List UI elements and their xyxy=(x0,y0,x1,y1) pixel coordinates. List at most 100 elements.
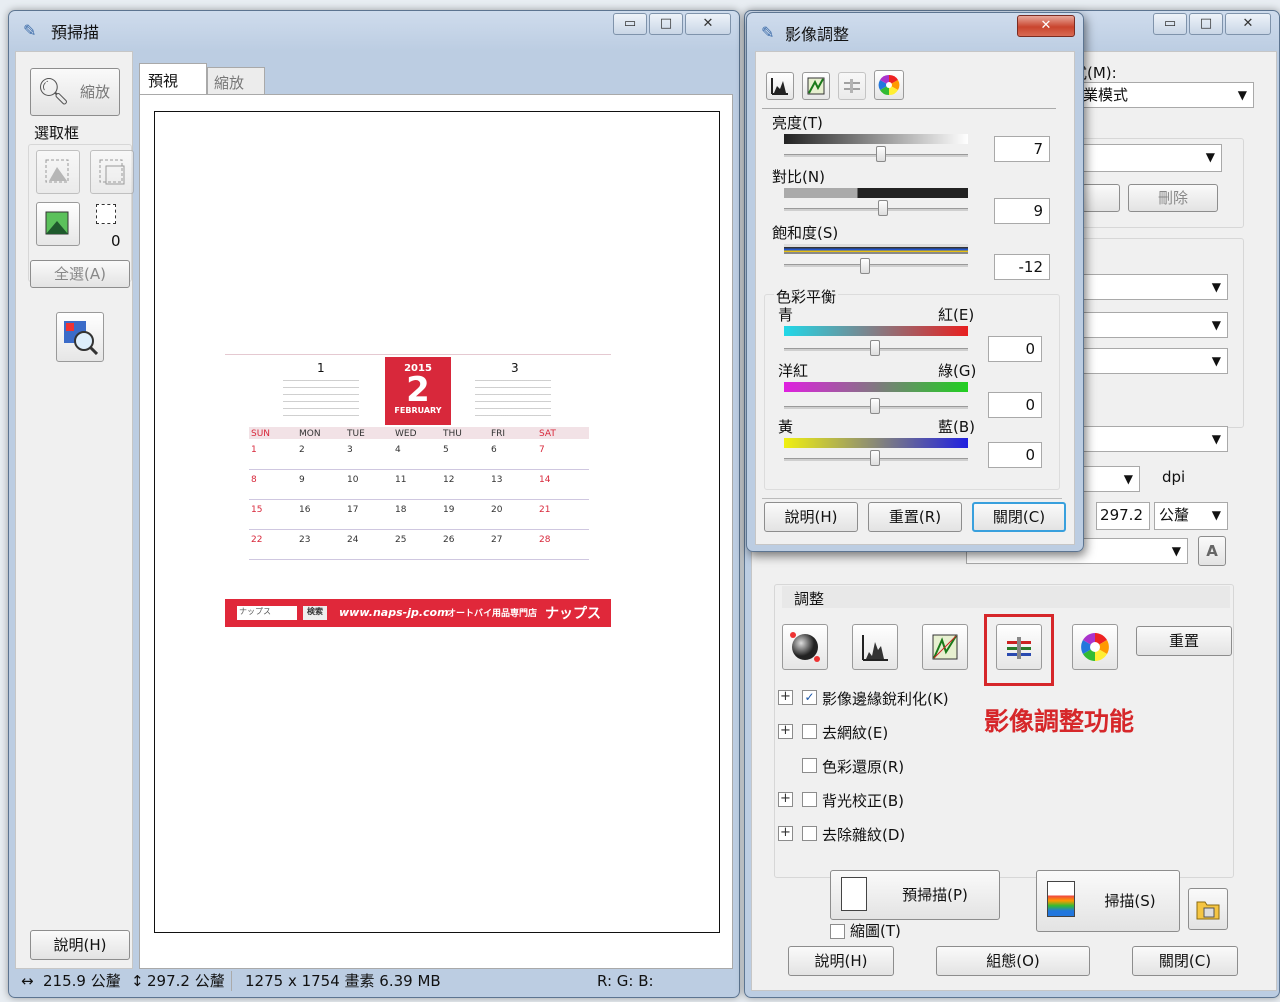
yellow-blue-gradient xyxy=(784,438,968,448)
minimize-button[interactable]: ▭ xyxy=(613,13,647,35)
option-checkbox[interactable] xyxy=(802,792,817,807)
saturation-field[interactable]: -12 xyxy=(994,254,1050,280)
marquee-count: 0 xyxy=(111,232,121,250)
settings-select[interactable]: ▼ xyxy=(1082,144,1222,172)
tab-zoom[interactable]: 縮放 xyxy=(207,67,265,95)
adjust-tab-icon[interactable] xyxy=(838,72,866,100)
option-label: 色彩還原(R) xyxy=(822,758,905,776)
chevron-down-icon: ▼ xyxy=(1211,508,1221,522)
prescan-help-button[interactable]: 說明(H) xyxy=(30,930,130,960)
brightness-gradient xyxy=(784,134,968,144)
marquee-label: 選取框 xyxy=(34,124,80,142)
image-type-select[interactable]: ▼ xyxy=(1082,426,1228,452)
adjust-titlebar[interactable]: ✎ 影像調整 ✕ xyxy=(747,13,1083,47)
calendar-date: 22 xyxy=(251,535,263,545)
tab-separator xyxy=(762,108,1056,109)
option-checkbox[interactable] xyxy=(802,758,817,773)
document-type-select[interactable]: ▼ xyxy=(1082,274,1228,300)
tab-preview[interactable]: 預視 xyxy=(139,63,207,95)
maximize-button[interactable]: □ xyxy=(649,13,683,35)
prescan-button[interactable]: 預掃描(P) xyxy=(830,870,1000,920)
tone-curve-tab-icon[interactable] xyxy=(802,72,830,100)
target-height-field[interactable]: 297.2 xyxy=(1096,502,1150,530)
configuration-button[interactable]: 組態(O) xyxy=(936,946,1090,976)
contrast-field[interactable]: 9 xyxy=(994,198,1050,224)
zoom-button[interactable]: 🔍︎ 縮放 xyxy=(30,68,120,116)
histogram-preview-icon[interactable] xyxy=(56,312,104,362)
adjust-close-button[interactable]: 關閉(C) xyxy=(972,502,1066,532)
file-save-settings-button[interactable] xyxy=(1188,888,1228,930)
histogram-icon[interactable] xyxy=(852,624,898,670)
main-help-button[interactable]: 說明(H) xyxy=(788,946,894,976)
cyan-label: 青 xyxy=(778,306,794,324)
saturation-label: 飽和度(S) xyxy=(772,224,839,242)
text-enhance-button[interactable]: A xyxy=(1198,536,1226,566)
adjust-close-x-button[interactable]: ✕ xyxy=(1017,15,1075,37)
brightness-slider[interactable] xyxy=(876,146,886,162)
calendar-day-name: FRI xyxy=(491,429,506,439)
auto-exposure-select[interactable]: ▼ xyxy=(1082,348,1228,374)
color-palette-icon[interactable] xyxy=(1072,624,1118,670)
settings-save-button[interactable] xyxy=(1082,184,1120,212)
calendar-date: 24 xyxy=(347,535,359,545)
document-source-select[interactable]: ▼ xyxy=(1082,312,1228,338)
image-adjustment-icon[interactable] xyxy=(996,624,1042,670)
calendar-date: 27 xyxy=(491,535,503,545)
option-label: 背光校正(B) xyxy=(822,792,904,810)
select-all-button[interactable]: 全選(A) xyxy=(30,260,130,288)
prescan-titlebar[interactable]: ✎ 預掃描 ▭ □ ✕ xyxy=(9,11,739,45)
option-checkbox[interactable] xyxy=(802,724,817,739)
cyan-red-field[interactable]: 0 xyxy=(988,336,1042,362)
color-palette-tab-icon[interactable] xyxy=(874,70,904,100)
scanner-icon: ✎ xyxy=(23,21,37,40)
next-month-mini xyxy=(475,377,551,417)
delete-button[interactable]: 刪除 xyxy=(1128,184,1218,212)
unsharp-icon[interactable] xyxy=(782,624,828,670)
main-close-button[interactable]: 關閉(C) xyxy=(1132,946,1238,976)
option-checkbox[interactable] xyxy=(802,826,817,841)
preview-page[interactable]: 2015 2 FEBRUARY 1 3 SUN MON TUE WED THU FRI SA… xyxy=(154,111,720,933)
expand-icon[interactable]: + xyxy=(778,724,793,739)
auto-locate-icon[interactable] xyxy=(36,150,80,194)
contrast-slider[interactable] xyxy=(878,200,888,216)
empty-marquee-icon[interactable] xyxy=(96,204,116,224)
yellow-blue-slider[interactable] xyxy=(870,450,880,466)
chevron-down-icon: ▼ xyxy=(1211,318,1221,332)
calendar-date: 11 xyxy=(395,475,407,485)
mode-select[interactable]: 業模式 ▼ xyxy=(1078,82,1254,108)
calendar-date: 2 xyxy=(299,445,305,455)
marquee-icon[interactable] xyxy=(90,150,134,194)
expand-icon[interactable]: + xyxy=(778,690,793,705)
histogram-tab-icon[interactable] xyxy=(766,72,794,100)
scan-minimize-button[interactable]: ▭ xyxy=(1153,13,1187,35)
unit-select[interactable]: 公釐 ▼ xyxy=(1154,502,1228,530)
cyan-red-slider[interactable] xyxy=(870,340,880,356)
calendar-date: 21 xyxy=(539,505,551,515)
footer-search-box: ナップス xyxy=(237,606,297,620)
yellow-blue-field[interactable]: 0 xyxy=(988,442,1042,468)
calendar-date: 10 xyxy=(347,475,359,485)
magenta-green-field[interactable]: 0 xyxy=(988,392,1042,418)
tone-curve-icon[interactable] xyxy=(922,624,968,670)
brightness-field[interactable]: 7 xyxy=(994,136,1050,162)
scan-close-window-button[interactable]: ✕ xyxy=(1225,13,1271,35)
scan-maximize-button[interactable]: □ xyxy=(1189,13,1223,35)
magenta-green-slider[interactable] xyxy=(870,398,880,414)
close-window-button[interactable]: ✕ xyxy=(685,13,731,35)
calendar-date: 19 xyxy=(443,505,455,515)
height-arrow-icon: ↕ xyxy=(131,972,144,990)
adjust-reset-button[interactable]: 重置 xyxy=(1136,626,1232,656)
saturation-slider[interactable] xyxy=(860,258,870,274)
option-checkbox[interactable]: ✓ xyxy=(802,690,817,705)
scan-button[interactable]: 掃描(S) xyxy=(1036,870,1180,932)
adjust-reset-button-dialog[interactable]: 重置(R) xyxy=(868,502,962,532)
image-type-icon[interactable] xyxy=(36,202,80,246)
saturation-gradient xyxy=(784,244,968,254)
chevron-down-icon: ▼ xyxy=(1211,280,1221,294)
adjust-help-button[interactable]: 說明(H) xyxy=(764,502,858,532)
expand-icon[interactable]: + xyxy=(778,792,793,807)
expand-icon[interactable]: + xyxy=(778,826,793,841)
status-rgb: R: G: B: xyxy=(597,972,654,990)
thumbnail-checkbox[interactable] xyxy=(830,924,845,939)
resolution-select[interactable]: ▼ xyxy=(1082,466,1140,492)
